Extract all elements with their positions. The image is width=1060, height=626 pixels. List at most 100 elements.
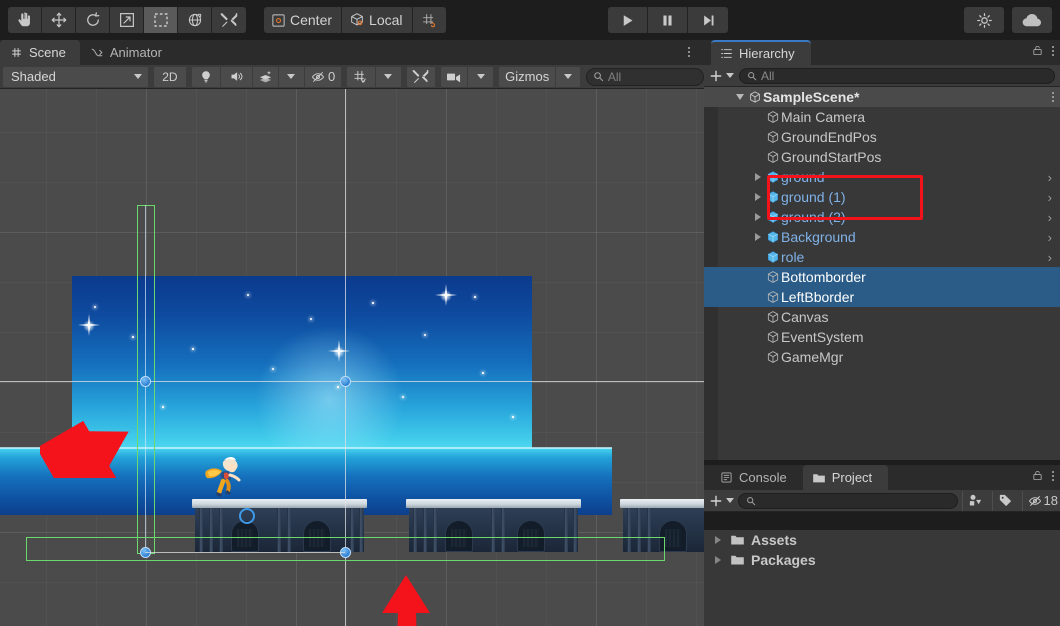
prefab-open-chevron-icon[interactable]: ›	[1048, 211, 1052, 224]
space-mode-button[interactable]: Local	[342, 7, 413, 33]
prefab-open-chevron-icon[interactable]: ›	[1048, 171, 1052, 184]
grid-visibility-button[interactable]	[346, 66, 376, 87]
project-tree[interactable]: Assets Packages	[704, 530, 1060, 626]
grid-snap-button[interactable]	[412, 7, 446, 33]
gizmos-dropdown-button[interactable]	[555, 66, 580, 87]
scene-visibility-group: 0	[192, 66, 342, 87]
folder-icon	[729, 534, 746, 546]
draw-mode-dropdown[interactable]: Shaded	[3, 66, 148, 87]
gameobject-icon	[764, 110, 781, 124]
hierarchy-item-role[interactable]: role ›	[704, 247, 1060, 267]
hierarchy-item-leftbborder[interactable]: LeftBborder	[704, 287, 1060, 307]
chevron-down-icon[interactable]	[734, 94, 746, 100]
lighting-toggle-button[interactable]	[192, 66, 222, 87]
project-menu-button[interactable]	[1052, 470, 1054, 481]
lock-icon[interactable]	[1032, 469, 1043, 482]
custom-tool-button[interactable]	[212, 7, 246, 33]
prefab-open-chevron-icon[interactable]: ›	[1048, 191, 1052, 204]
cloud-button[interactable]	[1012, 7, 1052, 33]
project-item-packages[interactable]: Packages	[704, 550, 1060, 570]
chevron-right-icon[interactable]	[752, 233, 764, 241]
rotate-tool-button[interactable]	[76, 7, 110, 33]
tab-scene[interactable]: Scene	[0, 40, 80, 65]
audio-toggle-button[interactable]	[221, 66, 253, 87]
hierarchy-add-button[interactable]	[709, 69, 734, 83]
step-button[interactable]	[688, 7, 728, 33]
prefab-icon	[764, 170, 781, 184]
prefab-open-chevron-icon[interactable]: ›	[1048, 251, 1052, 264]
hierarchy-item-label: ground (1)	[781, 189, 846, 205]
project-add-button[interactable]	[709, 494, 734, 508]
hierarchy-menu-button[interactable]	[1052, 45, 1054, 56]
hierarchy-item-samplescene[interactable]: SampleScene*	[704, 87, 1060, 107]
chevron-right-icon[interactable]	[712, 556, 724, 564]
hierarchy-item-label: LeftBborder	[781, 289, 855, 305]
scale-tool-button[interactable]	[110, 7, 144, 33]
project-filter-type-button[interactable]	[961, 490, 988, 511]
chevron-right-icon[interactable]	[712, 536, 724, 544]
chevron-down-icon	[726, 498, 734, 503]
fx-toggle-button[interactable]	[252, 66, 279, 87]
rect-tool-button[interactable]	[144, 7, 178, 33]
hierarchy-item-gamemgr[interactable]: GameMgr	[704, 347, 1060, 367]
hierarchy-search-input[interactable]: All	[739, 67, 1055, 84]
tab-animator[interactable]: Animator	[80, 40, 176, 65]
hierarchy-item-background[interactable]: Background ›	[704, 227, 1060, 247]
move-tool-button[interactable]	[42, 7, 76, 33]
hierarchy-item-eventsystem[interactable]: EventSystem	[704, 327, 1060, 347]
account-settings-button[interactable]	[964, 7, 1004, 33]
chevron-right-icon[interactable]	[752, 213, 764, 221]
hierarchy-tree[interactable]: SampleScene* Main Camera GroundEndPos Groun…	[704, 87, 1060, 460]
scene-viewport[interactable]	[0, 89, 704, 626]
draw-mode-label: Shaded	[11, 69, 56, 84]
scene-panel-menu-button[interactable]	[682, 43, 696, 61]
play-button[interactable]	[608, 7, 648, 33]
project-hidden-count[interactable]: 18	[1021, 490, 1058, 511]
pivot-mode-button[interactable]: Center	[264, 7, 343, 33]
chevron-right-icon[interactable]	[752, 173, 764, 181]
fx-dropdown-button[interactable]	[278, 66, 305, 87]
hierarchy-item-groundendpos[interactable]: GroundEndPos	[704, 127, 1060, 147]
tab-scene-label: Scene	[29, 45, 66, 60]
tab-console[interactable]: Console	[711, 465, 803, 490]
transform-tools-group	[8, 7, 246, 33]
prefab-icon	[764, 210, 781, 224]
hierarchy-tabbar: Hierarchy	[704, 40, 1060, 65]
gizmos-label: Gizmos	[505, 69, 550, 84]
chevron-right-icon[interactable]	[752, 193, 764, 201]
tab-hierarchy[interactable]: Hierarchy	[711, 40, 811, 65]
hierarchy-item-canvas[interactable]: Canvas	[704, 307, 1060, 327]
hierarchy-item-groundstartpos[interactable]: GroundStartPos	[704, 147, 1060, 167]
scene-visibility-button[interactable]: 0	[304, 66, 342, 87]
grid-dropdown-button[interactable]	[375, 66, 402, 87]
project-filter-label-button[interactable]	[991, 490, 1018, 511]
tab-project[interactable]: Project	[802, 465, 889, 490]
hierarchy-item-label: Bottomborder	[781, 269, 866, 285]
hierarchy-item-bottomborder[interactable]: Bottomborder	[704, 267, 1060, 287]
hierarchy-item-ground-1[interactable]: ground (1) ›	[704, 187, 1060, 207]
hierarchy-item-main-camera[interactable]: Main Camera	[704, 107, 1060, 127]
pivot-space-group: Center Local	[264, 7, 446, 33]
transform-tool-button[interactable]	[178, 7, 212, 33]
component-tools-button[interactable]	[406, 66, 437, 87]
gameobject-icon	[764, 350, 781, 364]
hand-tool-button[interactable]	[8, 7, 42, 33]
hierarchy-item-ground-2[interactable]: ground (2) ›	[704, 207, 1060, 227]
scene-camera-button[interactable]	[441, 66, 469, 87]
scene-context-menu-button[interactable]	[1052, 92, 1054, 102]
project-item-assets[interactable]: Assets	[704, 530, 1060, 550]
2d-toggle-button[interactable]: 2D	[153, 66, 188, 87]
rect-bounds-line-horizontal	[0, 381, 704, 382]
project-search-input[interactable]	[738, 492, 958, 509]
gizmos-button[interactable]: Gizmos	[499, 66, 556, 87]
rect-handle-top-right[interactable]	[340, 376, 351, 387]
scene-camera-dropdown-button[interactable]	[468, 66, 495, 87]
scene-search-input[interactable]: All	[585, 67, 704, 86]
hierarchy-item-label: Background	[781, 229, 856, 245]
ground-circle-collider-gizmo	[239, 508, 255, 524]
lock-icon[interactable]	[1032, 44, 1043, 57]
prefab-open-chevron-icon[interactable]: ›	[1048, 231, 1052, 244]
hierarchy-item-ground[interactable]: ground ›	[704, 167, 1060, 187]
rect-handle-top-left[interactable]	[140, 376, 151, 387]
pause-button[interactable]	[648, 7, 688, 33]
